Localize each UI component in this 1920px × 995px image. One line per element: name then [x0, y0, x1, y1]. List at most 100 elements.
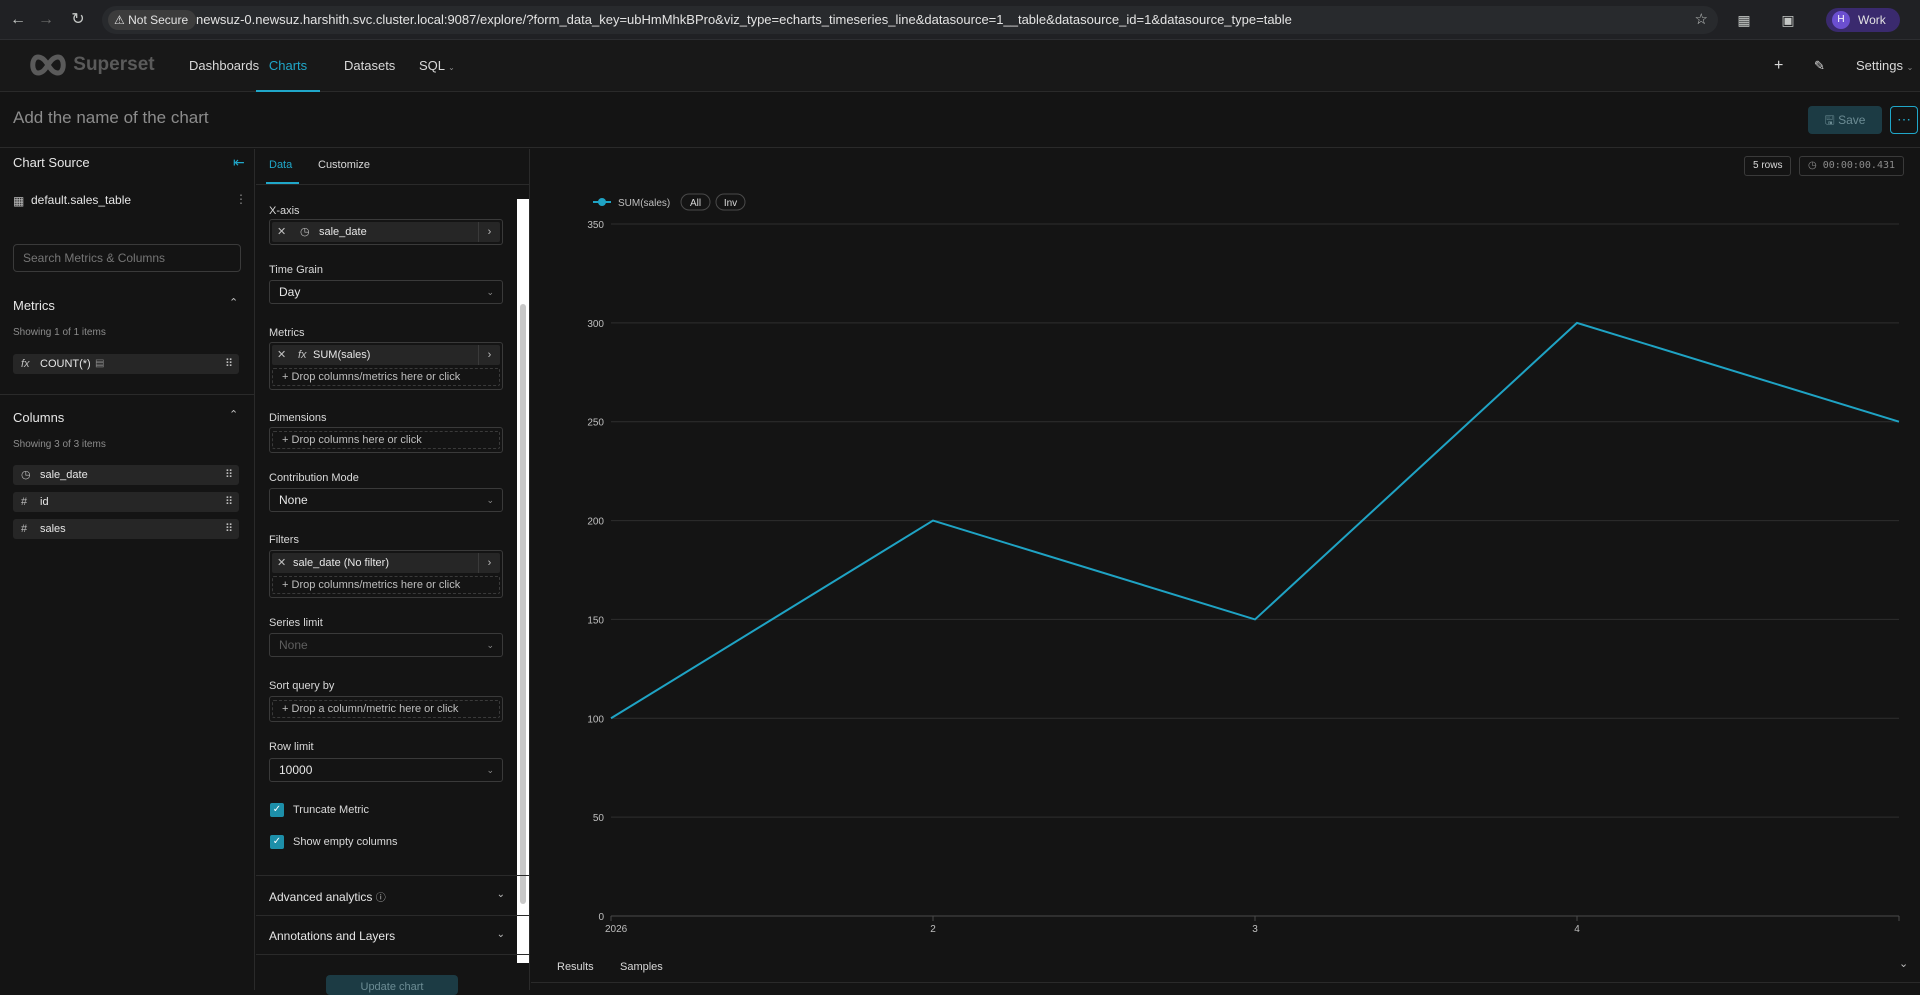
settings-menu[interactable]: Settings ⌄ [1856, 40, 1913, 94]
metric-chip[interactable]: ✕ fx SUM(sales) › [272, 345, 500, 365]
save-label: Save [1838, 113, 1866, 127]
contribution-mode-value: None [279, 493, 308, 507]
advanced-analytics-label: Advanced analytics [269, 890, 373, 904]
datasource-menu-icon[interactable]: ⋮ [235, 192, 247, 206]
chevron-right-icon[interactable]: › [478, 553, 500, 573]
show-empty-columns-checkbox[interactable]: ✓ [270, 835, 284, 849]
control-panel: Data Customize X-axis ✕ ◷ sale_date › Ti… [256, 149, 530, 995]
series-limit-label: Series limit [269, 617, 323, 629]
theme-paintbrush-icon[interactable]: ✎ [1814, 40, 1825, 92]
datasource-name[interactable]: default.sales_table [31, 193, 131, 207]
collapse-panel-icon[interactable]: ⇤ [233, 154, 245, 171]
drag-handle-icon[interactable]: ⠿ [225, 354, 233, 374]
column-item-sales[interactable]: # sales ⠿ [13, 519, 239, 539]
tab-search-icon[interactable]: ▣ [1778, 10, 1798, 30]
series-limit-select[interactable]: None ⌄ [269, 633, 503, 657]
column-item-id[interactable]: # id ⠿ [13, 492, 239, 512]
search-metrics-columns-input[interactable] [13, 244, 241, 272]
not-secure-badge[interactable]: ⚠ Not Secure [108, 10, 197, 30]
y-tick-label: 150 [587, 615, 604, 626]
address-bar[interactable]: ⚠ Not Secure newsuz-0.newsuz.harshith.sv… [102, 6, 1718, 34]
chart-panel: 5 rows ◷ 00:00:00.431 0 50 100 150 200 250 300… [531, 149, 1920, 990]
dimensions-dropzone[interactable]: + Drop columns here or click [272, 431, 500, 449]
nav-charts[interactable]: Charts [256, 40, 320, 92]
legend-marker[interactable] [598, 198, 606, 206]
metrics-section-title[interactable]: Metrics [13, 298, 55, 313]
legend-inv-label: Inv [724, 198, 737, 209]
nav-dashboards[interactable]: Dashboards [189, 40, 259, 92]
chevron-right-icon[interactable]: › [478, 345, 500, 365]
xaxis-control[interactable]: ✕ ◷ sale_date › [269, 219, 503, 245]
annotations-layers-section[interactable]: Annotations and Layers ⌄ [256, 915, 529, 955]
drag-handle-icon[interactable]: ⠿ [225, 519, 233, 539]
chevron-right-icon[interactable]: › [478, 222, 500, 242]
info-icon[interactable]: ⓘ [376, 893, 386, 904]
app-navbar: Superset Dashboards Charts Datasets SQL … [0, 40, 1920, 92]
advanced-analytics-section[interactable]: Advanced analytics ⓘ ⌄ [256, 875, 529, 915]
remove-icon[interactable]: ✕ [277, 222, 286, 242]
nav-datasets[interactable]: Datasets [344, 40, 395, 92]
tab-samples[interactable]: Samples [620, 961, 663, 973]
column-name: sale_date [40, 469, 88, 481]
filter-chip[interactable]: ✕ sale_date (No filter) › [272, 553, 500, 573]
metrics-dropzone[interactable]: + Drop columns/metrics here or click [272, 368, 500, 386]
columns-section-title[interactable]: Columns [13, 410, 64, 425]
nav-sql[interactable]: SQL ⌄ [419, 40, 455, 92]
chevron-up-icon[interactable]: ⌃ [229, 408, 238, 421]
plus-icon: + [282, 703, 289, 715]
sort-dropzone[interactable]: + Drop a column/metric here or click [272, 700, 500, 718]
truncate-metric-checkbox[interactable]: ✓ [270, 803, 284, 817]
metrics-control[interactable]: ✕ fx SUM(sales) › + Drop columns/metrics… [269, 342, 503, 390]
sort-query-label: Sort query by [269, 680, 335, 692]
dimensions-control[interactable]: + Drop columns here or click [269, 427, 503, 453]
chevron-down-icon[interactable]: ⌄ [1899, 957, 1908, 970]
profile-button[interactable]: H Work [1826, 8, 1900, 32]
chart-name-input[interactable]: Add the name of the chart [13, 108, 209, 128]
drag-handle-icon[interactable]: ⠿ [225, 492, 233, 512]
tab-results[interactable]: Results [557, 961, 594, 973]
remove-icon[interactable]: ✕ [277, 345, 286, 365]
line-chart[interactable]: 0 50 100 150 200 250 300 350 2026 2 3 4 SUM(sales) Al… [531, 149, 1920, 949]
filters-dropzone[interactable]: + Drop columns/metrics here or click [272, 576, 500, 594]
clock-icon: ◷ [21, 469, 31, 481]
row-limit-select[interactable]: 10000 ⌄ [269, 758, 503, 782]
plus-icon: + [282, 434, 289, 446]
filters-label: Filters [269, 534, 299, 546]
x-tick-label: 2 [930, 924, 936, 935]
extensions-icon[interactable]: ▦ [1734, 10, 1754, 30]
x-tick-label: 2026 [605, 924, 628, 935]
update-chart-button[interactable]: Update chart [326, 975, 458, 995]
nav-sql-label: SQL [419, 58, 445, 73]
superset-logo[interactable]: Superset [28, 54, 155, 78]
drag-handle-icon[interactable]: ⠿ [225, 465, 233, 485]
legend-all-label: All [690, 198, 701, 209]
forward-icon[interactable]: → [36, 10, 56, 30]
dropzone-label: Drop columns/metrics here or click [291, 371, 461, 383]
back-icon[interactable]: ← [8, 10, 28, 30]
datasource-panel: Chart Source ⇤ ▦ default.sales_table ⋮ M… [0, 149, 255, 990]
filters-control[interactable]: ✕ sale_date (No filter) › + Drop columns… [269, 550, 503, 598]
xaxis-chip[interactable]: ✕ ◷ sale_date › [272, 222, 500, 242]
clock-icon: ◷ [300, 226, 310, 238]
contribution-mode-select[interactable]: None ⌄ [269, 488, 503, 512]
more-actions-button[interactable]: ⋯ [1890, 106, 1918, 134]
series-limit-value: None [279, 638, 308, 652]
bookmark-star-icon[interactable]: ☆ [1695, 6, 1708, 34]
url-text[interactable]: newsuz-0.newsuz.harshith.svc.cluster.loc… [196, 6, 1292, 34]
chevron-up-icon[interactable]: ⌃ [229, 296, 238, 309]
tab-customize[interactable]: Customize [318, 159, 370, 171]
legend-label[interactable]: SUM(sales) [618, 198, 670, 209]
sort-query-control[interactable]: + Drop a column/metric here or click [269, 696, 503, 722]
metric-item-count[interactable]: fx COUNT(*) ▤ ⠿ [13, 354, 239, 374]
xaxis-label: X-axis [269, 205, 300, 217]
tab-data[interactable]: Data [269, 159, 292, 171]
chevron-down-icon: ⌄ [496, 929, 505, 940]
save-button[interactable]: 🖫 Save [1808, 106, 1882, 134]
time-grain-select[interactable]: Day ⌄ [269, 280, 503, 304]
scrollbar-thumb[interactable] [520, 304, 526, 904]
x-tick-label: 4 [1574, 924, 1580, 935]
column-item-sale-date[interactable]: ◷ sale_date ⠿ [13, 465, 239, 485]
plus-icon[interactable]: + [1774, 40, 1783, 92]
reload-icon[interactable]: ↻ [68, 10, 88, 30]
remove-icon[interactable]: ✕ [277, 553, 286, 573]
